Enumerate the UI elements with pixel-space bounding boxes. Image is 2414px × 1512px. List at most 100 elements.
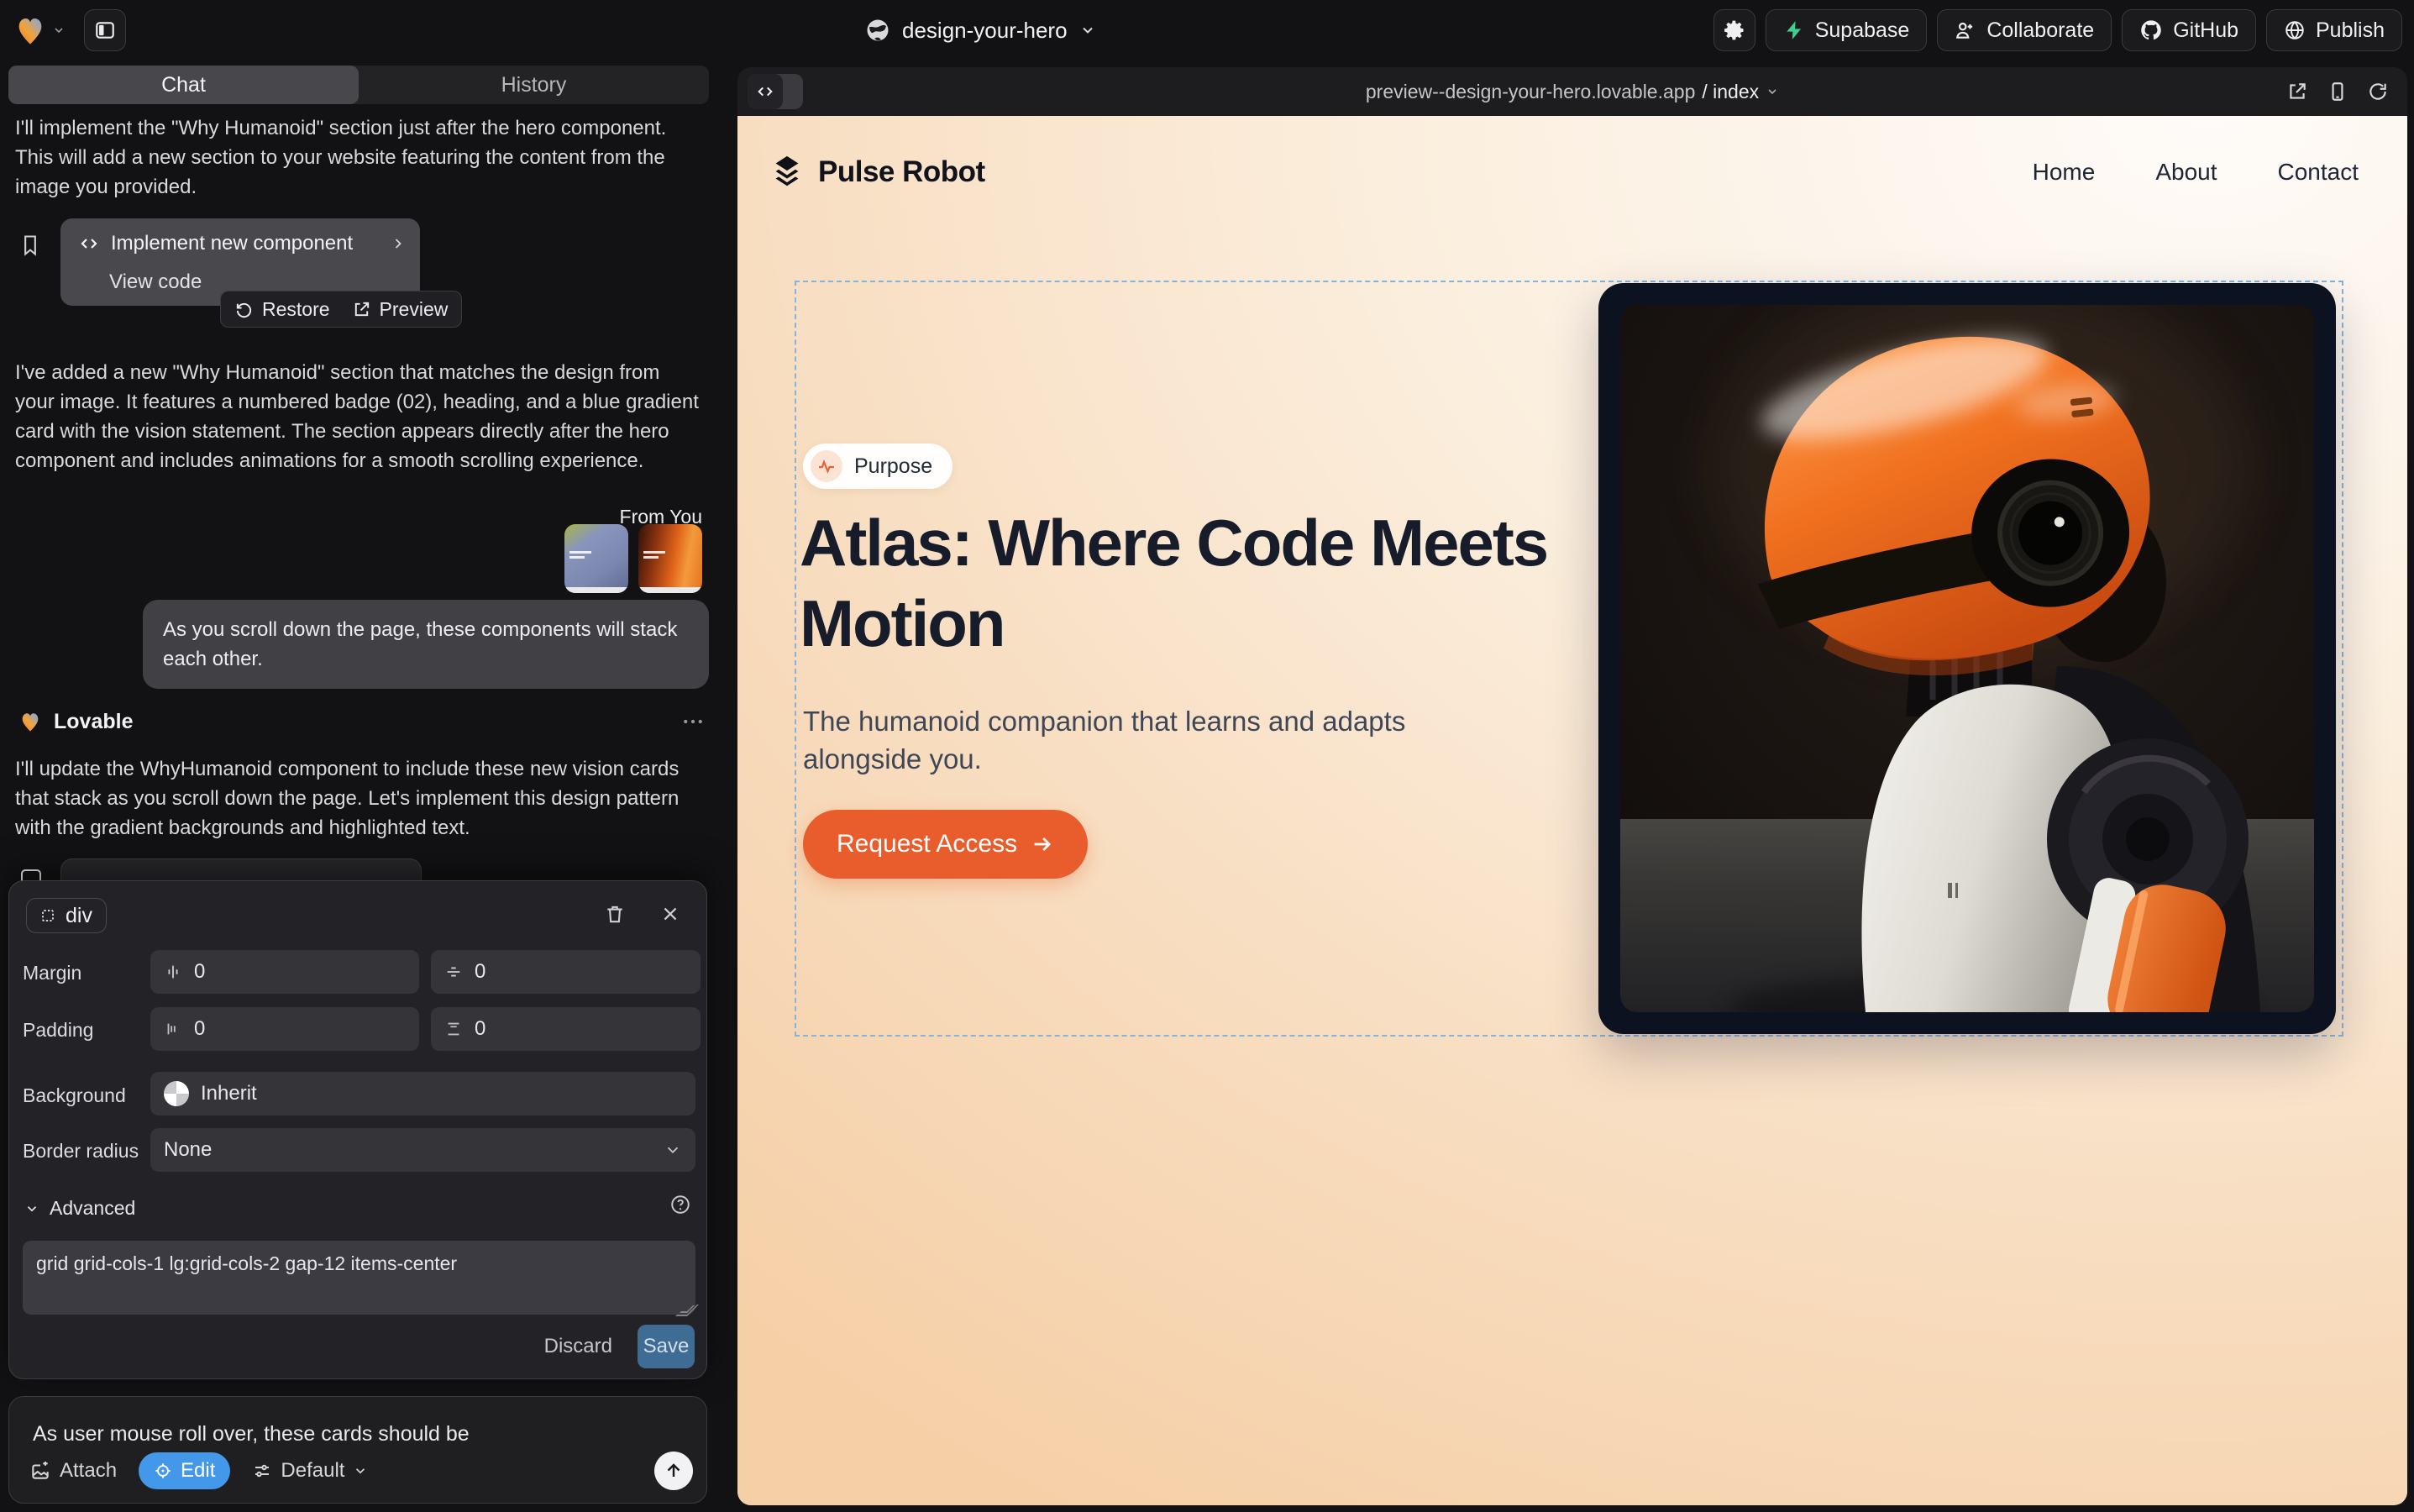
tool-card-title: Implement new component xyxy=(111,232,378,255)
preview-button[interactable]: Preview xyxy=(352,298,449,321)
bookmark-icon[interactable] xyxy=(18,234,42,257)
padding-y-field[interactable]: 0 xyxy=(431,1007,701,1051)
restore-icon xyxy=(234,300,254,319)
margin-x-field[interactable]: 0 xyxy=(150,950,419,994)
rendered-site: Pulse Robot Home About Contact Purpose A… xyxy=(737,116,2407,1505)
settings-button[interactable] xyxy=(1713,9,1755,51)
github-button[interactable]: GitHub xyxy=(2122,9,2256,51)
tab-history[interactable]: History xyxy=(359,66,709,104)
advanced-label: Advanced xyxy=(50,1197,135,1220)
chat-panel: Chat History I'll implement the "Why Hum… xyxy=(7,66,712,1505)
chat-composer[interactable]: As user mouse roll over, these cards sho… xyxy=(8,1396,707,1504)
padding-x-field[interactable]: 0 xyxy=(150,1007,419,1051)
view-code-link[interactable]: View code xyxy=(109,270,202,294)
chevron-down-icon xyxy=(664,1141,682,1159)
ellipsis-icon[interactable] xyxy=(680,709,706,734)
padding-label: Padding xyxy=(23,1019,93,1042)
publish-button[interactable]: Publish xyxy=(2266,9,2402,51)
transparency-swatch xyxy=(164,1081,189,1106)
sidebar-toggle-button[interactable] xyxy=(84,9,126,51)
user-message-bubble: As you scroll down the page, these compo… xyxy=(143,600,709,689)
hero-heading: Atlas: Where Code Meets Motion xyxy=(800,502,1707,664)
nav-home[interactable]: Home xyxy=(2033,159,2096,186)
composer-input[interactable]: As user mouse roll over, these cards sho… xyxy=(33,1422,683,1446)
activity-pulse-icon xyxy=(811,450,842,482)
discard-button[interactable]: Discard xyxy=(544,1335,612,1358)
sidebar-toggle-icon xyxy=(94,19,116,41)
publish-label: Publish xyxy=(2316,18,2385,43)
model-mode-selector[interactable]: Default xyxy=(252,1459,368,1483)
send-button[interactable] xyxy=(654,1452,693,1490)
lovable-heart-icon xyxy=(18,710,42,733)
lovable-heart-icon xyxy=(13,13,47,47)
supabase-button[interactable]: Supabase xyxy=(1766,9,1928,51)
attach-image-icon xyxy=(29,1460,51,1482)
lovable-home-button[interactable] xyxy=(13,13,66,47)
edit-mode-button[interactable]: Edit xyxy=(139,1452,230,1489)
background-value: Inherit xyxy=(201,1082,257,1105)
dashed-box-icon xyxy=(40,908,55,923)
preview-url-selector[interactable]: preview--design-your-hero.lovable.app / … xyxy=(737,67,2407,116)
site-header: Pulse Robot Home About Contact xyxy=(768,153,2359,192)
preview-chrome: preview--design-your-hero.lovable.app / … xyxy=(737,67,2407,116)
nav-about[interactable]: About xyxy=(2155,159,2217,186)
mobile-view-icon[interactable] xyxy=(2327,81,2348,102)
background-field[interactable]: Inherit xyxy=(150,1072,695,1116)
selected-element-chip[interactable]: div xyxy=(26,898,107,933)
trash-icon[interactable] xyxy=(604,903,626,925)
site-nav: Home About Contact xyxy=(2033,159,2359,186)
restore-button[interactable]: Restore xyxy=(234,298,330,321)
attachment-thumbnail-orange[interactable] xyxy=(638,524,702,593)
help-icon[interactable] xyxy=(669,1194,691,1215)
save-button[interactable]: Save xyxy=(638,1325,695,1368)
padding-x-icon xyxy=(164,1020,182,1038)
margin-x-icon xyxy=(164,963,182,981)
chevron-down-icon xyxy=(52,24,66,37)
github-label: GitHub xyxy=(2173,18,2238,43)
margin-y-value: 0 xyxy=(475,960,485,984)
person-plus-icon xyxy=(1955,19,1976,41)
refresh-icon[interactable] xyxy=(2367,81,2389,102)
supabase-bolt-icon xyxy=(1783,19,1805,41)
border-radius-value: None xyxy=(164,1138,212,1162)
nav-contact[interactable]: Contact xyxy=(2278,159,2359,186)
assistant-name: Lovable xyxy=(54,710,669,734)
collaborate-label: Collaborate xyxy=(1986,18,2094,43)
preview-url-path: / index xyxy=(1702,81,1759,103)
preview-url-host: preview--design-your-hero.lovable.app xyxy=(1366,81,1695,103)
sliders-icon xyxy=(252,1461,272,1481)
attach-label: Attach xyxy=(60,1459,117,1483)
style-inspector-panel: div Margin 0 0 Padding xyxy=(8,880,707,1379)
external-link-icon xyxy=(352,300,371,319)
github-icon xyxy=(2139,18,2163,42)
padding-y-value: 0 xyxy=(475,1017,485,1041)
close-icon[interactable] xyxy=(659,903,681,925)
attachment-thumbnails xyxy=(564,524,702,593)
advanced-toggle[interactable]: Advanced xyxy=(24,1197,135,1220)
arrow-up-icon xyxy=(664,1461,684,1481)
tab-chat[interactable]: Chat xyxy=(8,66,359,104)
layers-logo-icon xyxy=(768,153,806,192)
publish-globe-icon xyxy=(2284,19,2306,41)
border-radius-label: Border radius xyxy=(23,1140,139,1163)
chevron-down-icon xyxy=(1079,22,1096,39)
advanced-classes-input[interactable]: grid grid-cols-1 lg:grid-cols-2 gap-12 i… xyxy=(23,1241,695,1315)
attachment-thumbnail-blue[interactable] xyxy=(564,524,628,593)
margin-y-field[interactable]: 0 xyxy=(431,950,701,994)
site-brand[interactable]: Pulse Robot xyxy=(768,153,985,192)
open-in-new-tab-icon[interactable] xyxy=(2286,81,2308,102)
collaborate-button[interactable]: Collaborate xyxy=(1937,9,2112,51)
assistant-header: Lovable xyxy=(18,709,706,734)
request-access-button[interactable]: Request Access xyxy=(803,810,1088,879)
assistant-message-2: I've added a new "Why Humanoid" section … xyxy=(15,358,701,475)
padding-y-icon xyxy=(444,1020,463,1038)
project-switcher[interactable]: design-your-hero xyxy=(865,0,1096,60)
hero-subheading: The humanoid companion that learns and a… xyxy=(803,702,1483,778)
attach-button[interactable]: Attach xyxy=(29,1459,117,1483)
globe-icon xyxy=(865,18,890,43)
site-brand-name: Pulse Robot xyxy=(818,155,985,189)
assistant-message-3: I'll update the WhyHumanoid component to… xyxy=(15,754,701,843)
background-label: Background xyxy=(23,1084,126,1107)
border-radius-select[interactable]: None xyxy=(150,1128,695,1172)
request-access-label: Request Access xyxy=(837,830,1017,858)
